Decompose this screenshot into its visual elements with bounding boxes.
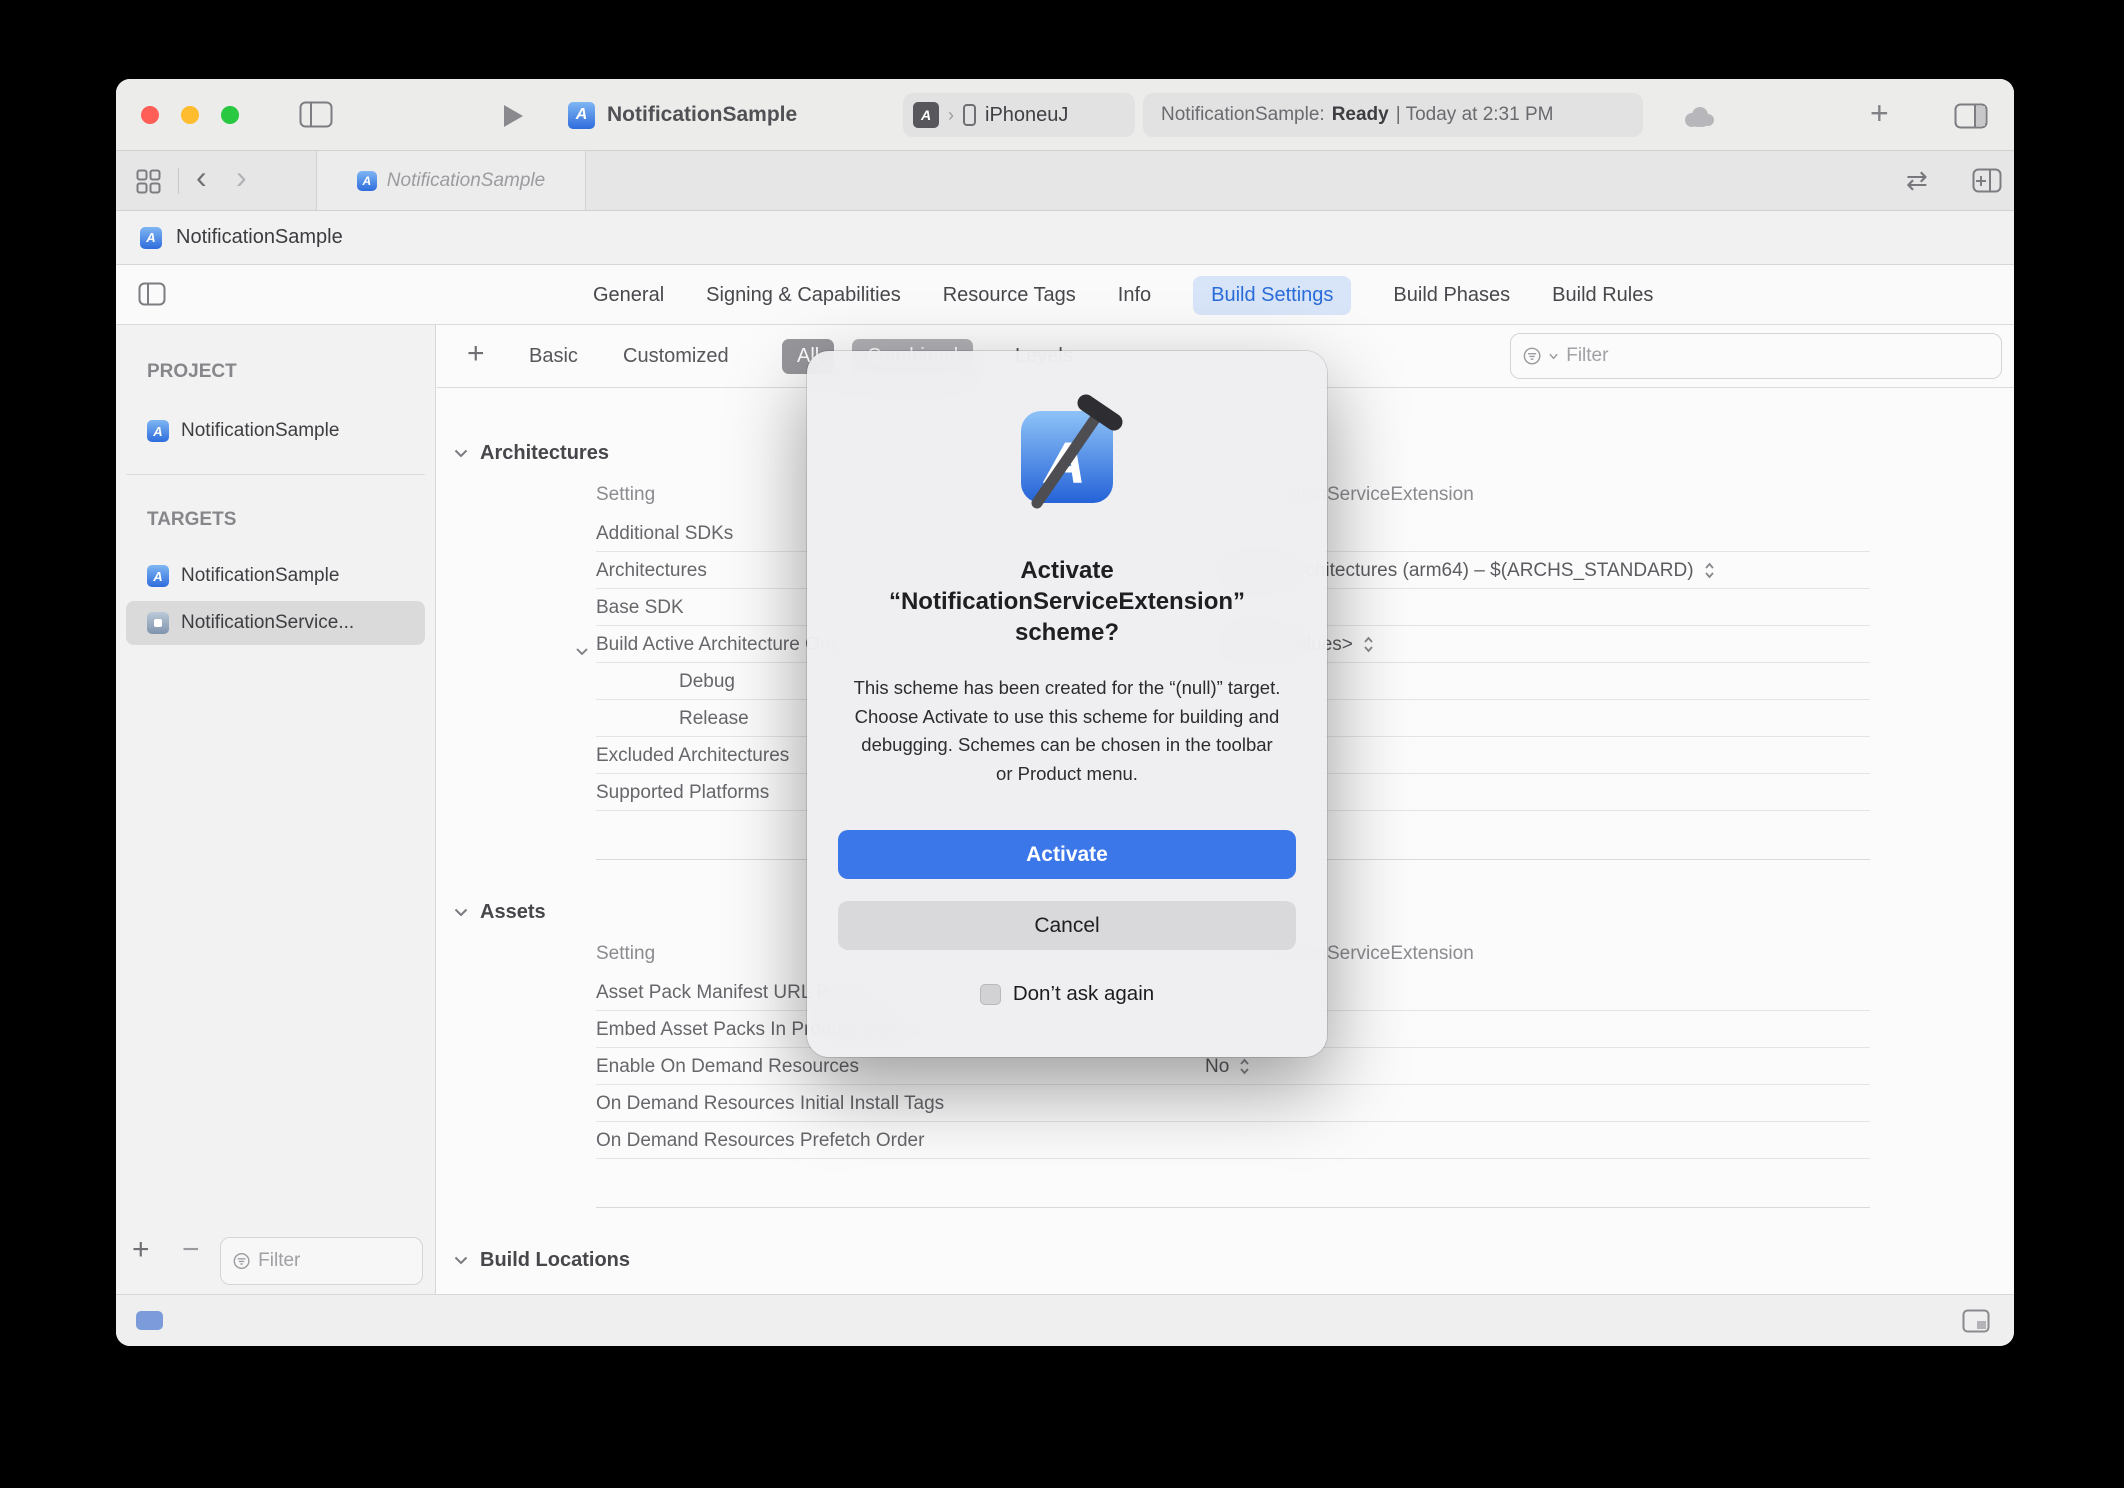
tab-info[interactable]: Info [1118,284,1151,307]
scheme-target-icon: A [913,102,939,128]
tab-signing-capabilities[interactable]: Signing & Capabilities [706,284,901,307]
project-title: NotificationSample [607,103,797,127]
disclosure-chevron-icon [454,908,468,917]
navigator-toggle-icon[interactable] [299,101,333,133]
device-name: iPhoneuJ [985,104,1068,127]
sidebar-item-target-app[interactable]: A NotificationSample [126,554,425,598]
popup-stepper-icon [1704,561,1715,580]
xcode-app-icon: A [1009,395,1125,511]
tab-resource-tags[interactable]: Resource Tags [943,284,1076,307]
forward-button[interactable]: › [236,159,247,196]
dont-ask-again-row: Don’t ask again [807,982,1327,1006]
scheme-selector[interactable]: A › iPhoneuJ [903,93,1135,137]
toolbar: A NotificationSample A › iPhoneuJ Notifi… [116,79,2014,151]
divider [126,474,425,475]
disclosure-chevron-icon[interactable] [576,640,588,662]
popup-stepper-icon [1363,635,1374,654]
sidebar-filter-input[interactable] [258,1250,410,1272]
status-state: Ready [1332,104,1389,126]
status-project: NotificationSample: [1161,104,1325,126]
status-time: | Today at 2:31 PM [1396,104,1554,126]
project-navigator: PROJECT A NotificationSample TARGETS A N… [116,325,436,1294]
project-file-icon: A [140,227,162,249]
filter-icon [233,1251,250,1271]
project-icon: A [147,420,169,442]
disclosure-chevron-icon [454,449,468,458]
filter-icon [1523,346,1541,366]
add-tab-button[interactable]: + [1870,95,1889,132]
settings-filter-input[interactable] [1566,345,1989,367]
jump-bar[interactable]: A NotificationSample [116,211,2014,265]
editor-tabs-bar: General Signing & Capabilities Resource … [116,265,2014,325]
scope-customized[interactable]: Customized [623,325,729,388]
cancel-button[interactable]: Cancel [838,901,1296,950]
back-button[interactable]: ‹ [196,159,207,196]
activate-scheme-dialog: A Activate “NotificationServiceExtension… [807,351,1327,1057]
tab-general[interactable]: General [593,284,664,307]
add-build-setting-button[interactable]: + [467,337,485,371]
xcode-project-icon: A [568,102,595,129]
close-window-button[interactable] [141,106,159,124]
window-document-title: A NotificationSample [568,79,797,151]
chevron-down-icon [1549,353,1558,360]
tab-title: NotificationSample [387,170,545,192]
tab-file-icon: A [357,171,377,191]
add-target-button[interactable]: + [132,1233,150,1267]
build-setting-row[interactable]: On Demand Resources Prefetch Order [437,1122,2014,1159]
editor-layout-icon[interactable] [1954,103,1988,134]
run-button[interactable] [504,105,523,127]
window-bottom-bar [116,1294,2014,1346]
jump-bar-item: NotificationSample [176,226,343,249]
sidebar-filter-field[interactable] [220,1237,423,1285]
remove-target-button[interactable]: − [182,1233,200,1267]
hide-sidebar-icon[interactable] [138,282,166,311]
tab-build-rules[interactable]: Build Rules [1552,284,1653,307]
scope-basic[interactable]: Basic [529,325,578,388]
col-setting: Setting [596,934,655,974]
dialog-body: This scheme has been created for the “(n… [851,674,1283,788]
add-editor-icon[interactable] [1972,168,2002,198]
settings-filter-field[interactable] [1510,333,2002,379]
dont-ask-again-checkbox[interactable] [980,984,1001,1005]
disclosure-chevron-icon [454,1256,468,1265]
device-icon [963,104,976,126]
col-setting: Setting [596,475,655,515]
tab-build-settings[interactable]: Build Settings [1193,276,1351,315]
activity-view[interactable]: NotificationSample: Ready | Today at 2:3… [1143,93,1643,137]
extension-target-icon [147,612,169,634]
tab-overview-icon[interactable] [136,169,161,199]
dont-ask-again-label: Don’t ask again [1013,982,1154,1006]
code-review-icon[interactable]: ⇄ [1906,165,1928,196]
sidebar-item-target-extension[interactable]: NotificationService... [126,601,425,645]
cloud-icon [1681,105,1717,134]
chevron-right-icon: › [948,105,954,126]
minimize-window-button[interactable] [181,106,199,124]
dialog-title: Activate “NotificationServiceExtension” … [859,555,1275,648]
popup-stepper-icon [1239,1057,1250,1076]
editor-tab[interactable]: A NotificationSample [316,151,586,210]
sidebar-item-project[interactable]: A NotificationSample [126,409,425,453]
targets-section-header: TARGETS [147,509,236,531]
zoom-window-button[interactable] [221,106,239,124]
section-divider [437,1159,2014,1208]
tab-bar: ‹ › A NotificationSample ⇄ [116,151,2014,211]
tab-build-phases[interactable]: Build Phases [1393,284,1510,307]
bottom-panel-icon[interactable] [1962,1309,1990,1338]
project-section-header: PROJECT [147,361,237,383]
divider [178,168,179,194]
section-build-locations[interactable]: Build Locations [437,1238,2014,1282]
progress-indicator [136,1311,163,1330]
app-target-icon: A [147,565,169,587]
build-setting-row[interactable]: On Demand Resources Initial Install Tags [437,1085,2014,1122]
activate-button[interactable]: Activate [838,830,1296,879]
